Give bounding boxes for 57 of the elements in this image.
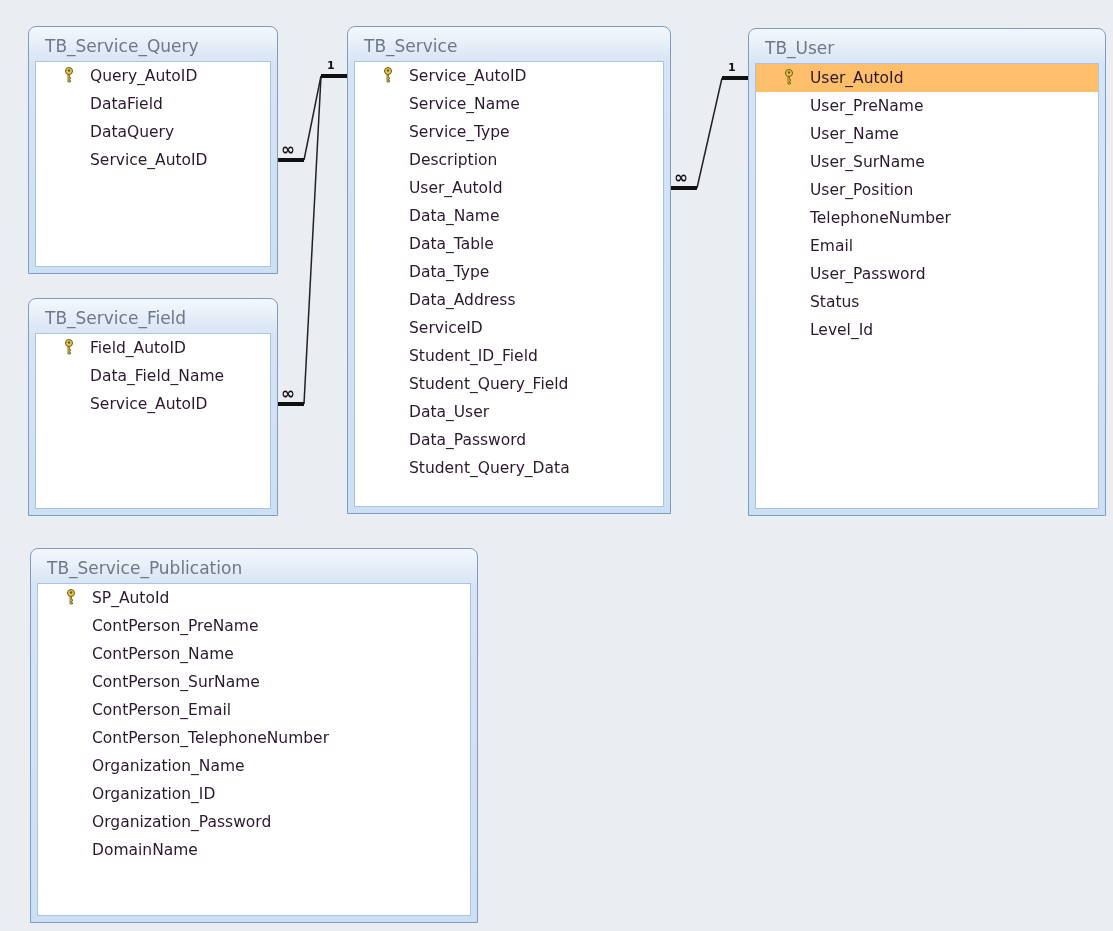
field-row[interactable]: Data_Name [355,202,663,230]
field-row[interactable]: Data_Type [355,258,663,286]
field-row[interactable]: Email [756,232,1098,260]
field-row[interactable]: User_Name [756,120,1098,148]
field-row[interactable]: User_Password [756,260,1098,288]
field-row[interactable]: Organization_ID [38,780,470,808]
field-row[interactable]: ContPerson_Name [38,640,470,668]
one-label: 1 [728,61,736,74]
field-row[interactable]: Data_Address [355,286,663,314]
field-row[interactable]: Field_AutoID [36,334,270,362]
field-row[interactable]: SP_AutoId [38,584,470,612]
field-row[interactable]: Level_Id [756,316,1098,344]
field-row[interactable]: Data_Field_Name [36,362,270,390]
field-row[interactable]: Query_AutoID [36,62,270,90]
field-row[interactable]: Service_Name [355,90,663,118]
many-label: ∞ [674,167,689,187]
table-title: TB_Service_Field [44,307,188,331]
field-row[interactable]: ContPerson_PreName [38,612,470,640]
field-row[interactable]: User_SurName [756,148,1098,176]
table-title: TB_Service_Publication [46,557,244,581]
field-row[interactable]: TelephoneNumber [756,204,1098,232]
many-label: ∞ [281,383,296,403]
many-label: ∞ [281,139,296,159]
table-title: TB_Service_Query [44,35,200,59]
field-row[interactable]: Description [355,146,663,174]
field-row[interactable]: Organization_Name [38,752,470,780]
table-window[interactable] [347,26,671,514]
table-title: TB_Service [363,35,459,59]
table-window[interactable]: TB_User User_AutoId User_PreName User_Name User_SurName User_Position TelephoneNumber Email User_Password Status Level_Id [748,28,1106,516]
field-row[interactable]: Data_User [355,398,663,426]
one-label: 1 [327,59,335,72]
table-window[interactable]: TB_Service_Field Field_AutoID Data_Field_Name Service_AutoID [28,298,278,516]
field-row[interactable]: User_AutoId [756,64,1098,92]
table-window[interactable]: TB_Service_Query Query_AutoID DataField DataQuery Service_AutoID [28,26,278,274]
table-title: TB_User [764,37,836,61]
field-row[interactable]: DomainName [38,836,470,864]
field-row[interactable]: Data_Table [355,230,663,258]
field-row[interactable]: Service_AutoID [355,62,663,90]
field-row[interactable]: ContPerson_Email [38,696,470,724]
field-row[interactable]: User_AutoId [355,174,663,202]
field-row[interactable]: Service_Type [355,118,663,146]
field-row[interactable]: ContPerson_TelephoneNumber [38,724,470,752]
field-row[interactable]: Student_Query_Field [355,370,663,398]
field-row[interactable]: Organization_Password [38,808,470,836]
field-row[interactable]: ServiceID [355,314,663,342]
field-row[interactable]: ContPerson_SurName [38,668,470,696]
field-row[interactable]: Service_AutoID [36,146,270,174]
field-row[interactable]: User_PreName [756,92,1098,120]
field-row[interactable]: DataQuery [36,118,270,146]
field-row[interactable]: User_Position [756,176,1098,204]
field-row[interactable]: Status [756,288,1098,316]
field-row[interactable]: Student_Query_Data [355,454,663,482]
table-window[interactable]: TB_Service_Publication SP_AutoId ContPerson_PreName ContPerson_Name ContPerson_SurName ContPerson_Email ContPerson_TelephoneNumber Organization_Name Organization_ID Organization_Password DomainName [30,548,478,923]
field-row[interactable]: Service_AutoID [36,390,270,418]
field-row[interactable]: Data_Password [355,426,663,454]
field-row[interactable]: DataField [36,90,270,118]
field-row[interactable]: Student_ID_Field [355,342,663,370]
